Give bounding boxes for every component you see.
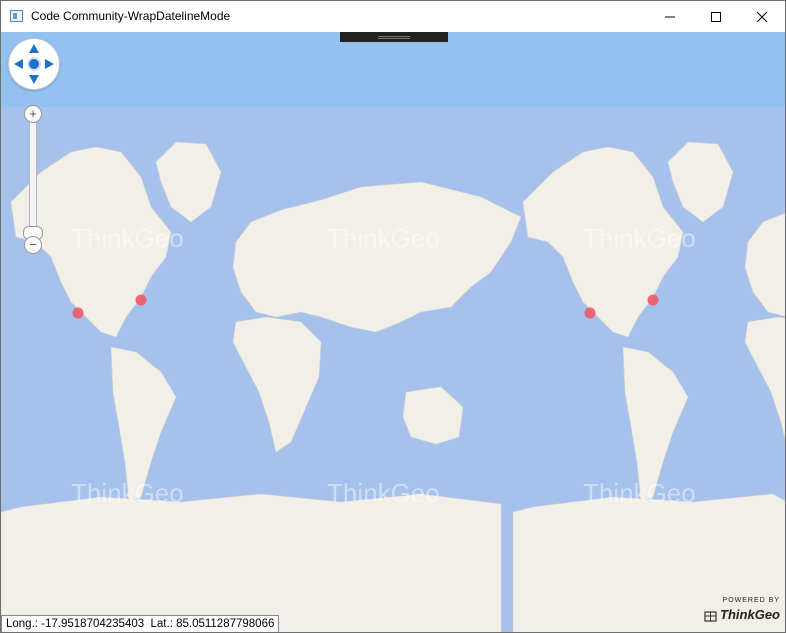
- watermark-text: ThinkGeo: [583, 223, 696, 253]
- minimize-icon: [665, 16, 675, 17]
- pan-center-icon[interactable]: [29, 59, 39, 69]
- pan-control[interactable]: [8, 38, 60, 90]
- map-marker[interactable]: [72, 307, 84, 319]
- map-marker[interactable]: [647, 294, 659, 306]
- app-window-icon: [10, 10, 23, 22]
- maximize-button[interactable]: [693, 1, 739, 32]
- map-canvas[interactable]: ThinkGeo ThinkGeo ThinkGeo ThinkGeo Thin…: [1, 32, 786, 633]
- map-marker[interactable]: [135, 294, 147, 306]
- panel-drag-handle[interactable]: [340, 32, 448, 42]
- pan-down-icon[interactable]: [29, 75, 39, 84]
- powered-by-label: POWERED BY: [722, 597, 780, 604]
- thinkgeo-logo-icon: [704, 611, 717, 622]
- map-view[interactable]: ThinkGeo ThinkGeo ThinkGeo ThinkGeo Thin…: [1, 32, 786, 633]
- pan-right-icon[interactable]: [45, 59, 54, 69]
- watermark-text: ThinkGeo: [71, 223, 184, 253]
- zoom-in-button[interactable]: +: [24, 105, 42, 123]
- watermark-text: ThinkGeo: [583, 478, 696, 508]
- attribution-logo: POWERED BY ThinkGeo: [700, 597, 780, 631]
- window-title: Code Community-WrapDatelineMode: [31, 9, 231, 23]
- close-button[interactable]: [739, 1, 785, 32]
- map-marker[interactable]: [584, 307, 596, 319]
- watermark-text: ThinkGeo: [327, 223, 440, 253]
- application-window: Code Community-WrapDatelineMode ThinkGeo…: [0, 0, 786, 633]
- minimize-button[interactable]: [647, 1, 693, 32]
- watermark-text: ThinkGeo: [71, 478, 184, 508]
- watermark-text: ThinkGeo: [327, 478, 440, 508]
- coordinate-readout: Long.: -17.9518704235403 Lat.: 85.051128…: [1, 615, 280, 632]
- title-bar[interactable]: Code Community-WrapDatelineMode: [1, 1, 785, 32]
- brand-label: ThinkGeo: [720, 607, 780, 622]
- maximize-icon: [711, 11, 721, 22]
- zoom-out-button[interactable]: −: [24, 236, 42, 254]
- zoom-slider-track[interactable]: [29, 114, 37, 244]
- pan-left-icon[interactable]: [14, 59, 23, 69]
- pan-up-icon[interactable]: [29, 44, 39, 53]
- close-icon: [756, 11, 768, 22]
